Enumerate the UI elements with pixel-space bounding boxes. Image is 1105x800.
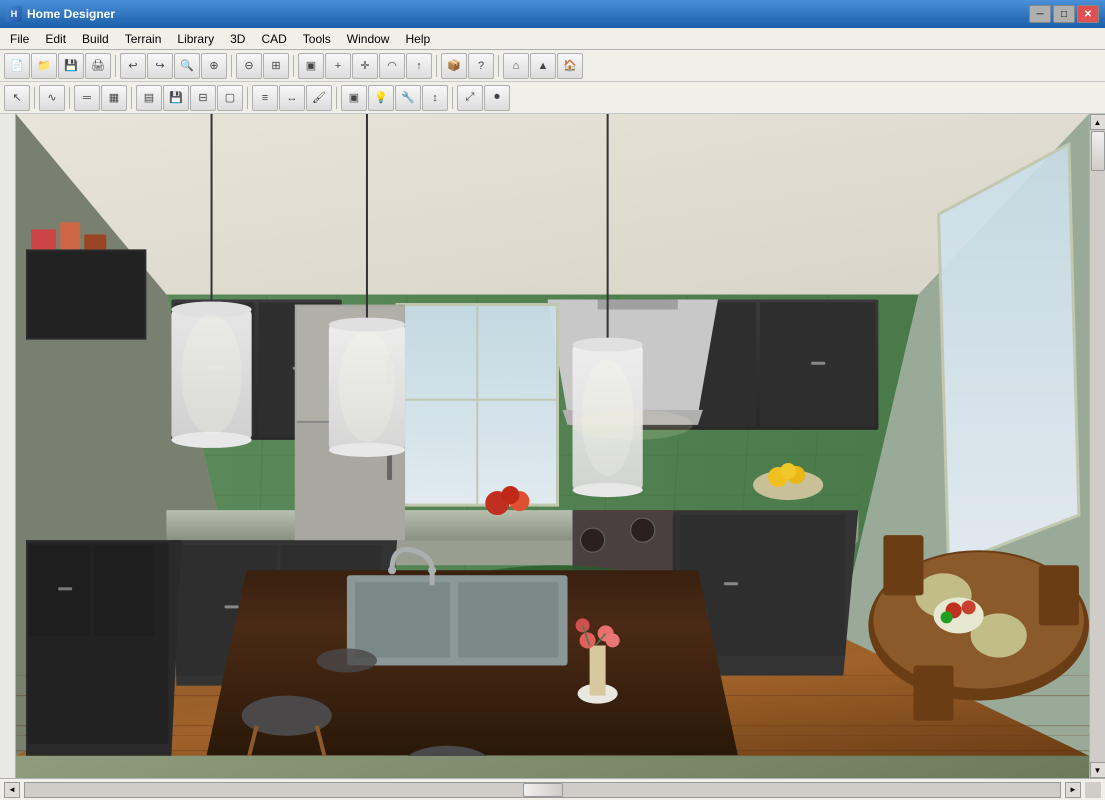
toolbar-button-save[interactable]: 💾: [58, 53, 84, 79]
toolbar-button-undo[interactable]: ↩: [120, 53, 146, 79]
scroll-left-button[interactable]: ◄: [4, 782, 20, 798]
toolbar-button-print[interactable]: 🖨: [85, 53, 111, 79]
toolbar2-button-wall[interactable]: ═: [74, 85, 100, 111]
toolbar2-button-floor[interactable]: ⊟: [190, 85, 216, 111]
toolbar-button-roof[interactable]: ▲: [530, 53, 556, 79]
toolbar-button-redo[interactable]: ↪: [147, 53, 173, 79]
status-bar: ◄ ►: [0, 778, 1105, 800]
h-scroll-thumb[interactable]: [523, 783, 563, 797]
toolbar-separator: [115, 55, 116, 77]
left-ruler: [0, 114, 16, 778]
scroll-down-button[interactable]: ▼: [1090, 762, 1105, 778]
scroll-thumb[interactable]: [1091, 131, 1105, 171]
toolbar-button-zoom-in[interactable]: 🔍: [174, 53, 200, 79]
toolbar-button-new[interactable]: 📄: [4, 53, 30, 79]
toolbar-button-open[interactable]: 📁: [31, 53, 57, 79]
toolbar2-button-tools2[interactable]: 🔧: [395, 85, 421, 111]
viewport[interactable]: [16, 114, 1089, 778]
kitchen-render: [16, 114, 1089, 778]
menu-item-edit[interactable]: Edit: [37, 30, 74, 48]
title-bar-left: H Home Designer: [6, 6, 115, 22]
menu-item-terrain[interactable]: Terrain: [117, 30, 170, 48]
toolbar-separator: [231, 55, 232, 77]
menu-item-file[interactable]: File: [2, 30, 37, 48]
toolbar2-button-paint[interactable]: 🖌: [306, 85, 332, 111]
toolbar-button-arrow[interactable]: ↑: [406, 53, 432, 79]
title-bar: H Home Designer ─ □ ✕: [0, 0, 1105, 28]
toolbar-secondary: ↖ ∿ ═▦ ▤💾⊟▢ ≡↔🖌 ▣💡🔧↕ ⤢⏺: [0, 82, 1105, 114]
toolbar2-button-select[interactable]: ↖: [4, 85, 30, 111]
right-scrollbar: ▲ ▼: [1089, 114, 1105, 778]
toolbar-button-arc[interactable]: ◠: [379, 53, 405, 79]
close-button[interactable]: ✕: [1077, 5, 1099, 23]
menu-item-build[interactable]: Build: [74, 30, 117, 48]
menu-item-window[interactable]: Window: [339, 30, 398, 48]
menu-item-tools[interactable]: Tools: [295, 30, 339, 48]
app-title: Home Designer: [27, 7, 115, 21]
toolbar2-button-dimension[interactable]: ↔: [279, 85, 305, 111]
toolbar-button-move[interactable]: ✛: [352, 53, 378, 79]
menu-item-library[interactable]: Library: [169, 30, 222, 48]
toolbar2-button-stairs[interactable]: ≡: [252, 85, 278, 111]
toolbar2-button-save2[interactable]: 💾: [163, 85, 189, 111]
main-area: ▲ ▼: [0, 114, 1105, 778]
toolbar-primary: 📄📁💾🖨 ↩↪🔍⊕ ⊖⊞ ▣+✛◠↑ 📦? ⌂▲🏠: [0, 50, 1105, 82]
toolbar2-button-light[interactable]: 💡: [368, 85, 394, 111]
toolbar-button-zoom-in2[interactable]: ⊕: [201, 53, 227, 79]
toolbar-separator: [293, 55, 294, 77]
menu-item-help[interactable]: Help: [397, 30, 438, 48]
toolbar2-separator: [34, 87, 35, 109]
toolbar2-button-transform[interactable]: ⤢: [457, 85, 483, 111]
toolbar2-separator: [452, 87, 453, 109]
toolbar-separator: [498, 55, 499, 77]
toolbar-separator: [436, 55, 437, 77]
toolbar2-button-record[interactable]: ⏺: [484, 85, 510, 111]
toolbar2-button-room[interactable]: ▦: [101, 85, 127, 111]
menu-item-3d[interactable]: 3D: [222, 30, 253, 48]
toolbar-button-house[interactable]: ⌂: [503, 53, 529, 79]
toolbar-button-toolbar-house[interactable]: 🏠: [557, 53, 583, 79]
minimize-button[interactable]: ─: [1029, 5, 1051, 23]
toolbar-button-break[interactable]: +: [325, 53, 351, 79]
app-icon: H: [6, 6, 22, 22]
scroll-track[interactable]: [1090, 130, 1105, 762]
scroll-right-button[interactable]: ►: [1065, 782, 1081, 798]
toolbar2-button-cabinet[interactable]: ▤: [136, 85, 162, 111]
title-bar-controls: ─ □ ✕: [1029, 5, 1099, 23]
toolbar2-separator: [131, 87, 132, 109]
toolbar2-button-window2[interactable]: ▢: [217, 85, 243, 111]
menu-item-cad[interactable]: CAD: [253, 30, 294, 48]
toolbar2-button-material[interactable]: ▣: [341, 85, 367, 111]
maximize-button[interactable]: □: [1053, 5, 1075, 23]
toolbar-button-select-all[interactable]: ▣: [298, 53, 324, 79]
scroll-up-button[interactable]: ▲: [1090, 114, 1105, 130]
toolbar2-separator: [247, 87, 248, 109]
toolbar2-button-move2[interactable]: ↕: [422, 85, 448, 111]
toolbar-button-help2[interactable]: ?: [468, 53, 494, 79]
toolbar-button-items[interactable]: 📦: [441, 53, 467, 79]
toolbar-button-zoom-out[interactable]: ⊖: [236, 53, 262, 79]
menu-bar: FileEditBuildTerrainLibrary3DCADToolsWin…: [0, 28, 1105, 50]
scroll-corner: [1085, 782, 1101, 798]
toolbar2-separator: [69, 87, 70, 109]
toolbar-button-fit[interactable]: ⊞: [263, 53, 289, 79]
horizontal-scrollbar[interactable]: [24, 782, 1061, 798]
toolbar2-button-polyline[interactable]: ∿: [39, 85, 65, 111]
toolbar2-separator: [336, 87, 337, 109]
